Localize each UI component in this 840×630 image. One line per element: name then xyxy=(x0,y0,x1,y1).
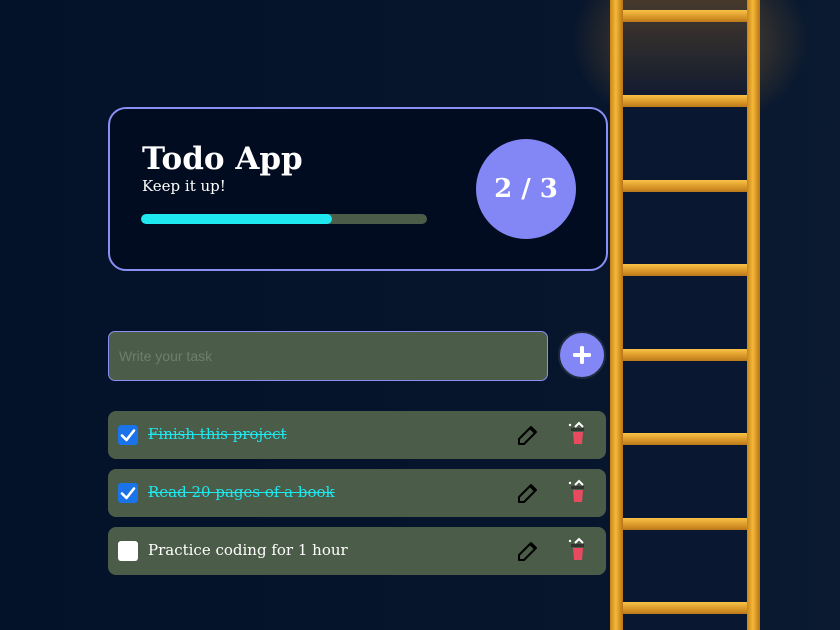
edit-icon xyxy=(518,542,537,561)
todo-item: Read 20 pages of a book xyxy=(108,469,606,517)
progress-fill xyxy=(141,214,332,224)
header-card: Todo App Keep it up! 2 / 3 xyxy=(108,107,608,271)
task-input[interactable] xyxy=(108,331,548,381)
ladder-decoration xyxy=(610,0,760,630)
checkmark-icon xyxy=(120,487,136,500)
todo-item: Finish this project xyxy=(108,411,606,459)
progress-bar xyxy=(141,214,427,224)
todo-item: Practice coding for 1 hour xyxy=(108,527,606,575)
delete-button[interactable] xyxy=(566,479,590,507)
checkbox-unchecked[interactable] xyxy=(118,541,138,561)
edit-icon xyxy=(518,426,537,445)
app-title: Todo App xyxy=(142,141,303,177)
edit-icon xyxy=(518,484,537,503)
edit-button[interactable] xyxy=(516,423,540,447)
trash-icon xyxy=(568,537,584,560)
todo-text: Finish this project xyxy=(148,425,287,443)
edit-button[interactable] xyxy=(516,539,540,563)
delete-button[interactable] xyxy=(566,421,590,449)
todo-text: Read 20 pages of a book xyxy=(148,483,335,501)
edit-button[interactable] xyxy=(516,481,540,505)
plus-icon xyxy=(573,346,591,364)
trash-icon xyxy=(568,421,584,444)
checkbox-checked[interactable] xyxy=(118,483,138,503)
app-subtitle: Keep it up! xyxy=(142,177,226,195)
trash-icon xyxy=(568,479,584,502)
todo-text: Practice coding for 1 hour xyxy=(148,541,348,559)
checkbox-checked[interactable] xyxy=(118,425,138,445)
delete-button[interactable] xyxy=(566,537,590,565)
task-counter: 2 / 3 xyxy=(476,139,576,239)
checkmark-icon xyxy=(120,429,136,442)
add-task-button[interactable] xyxy=(558,331,606,379)
